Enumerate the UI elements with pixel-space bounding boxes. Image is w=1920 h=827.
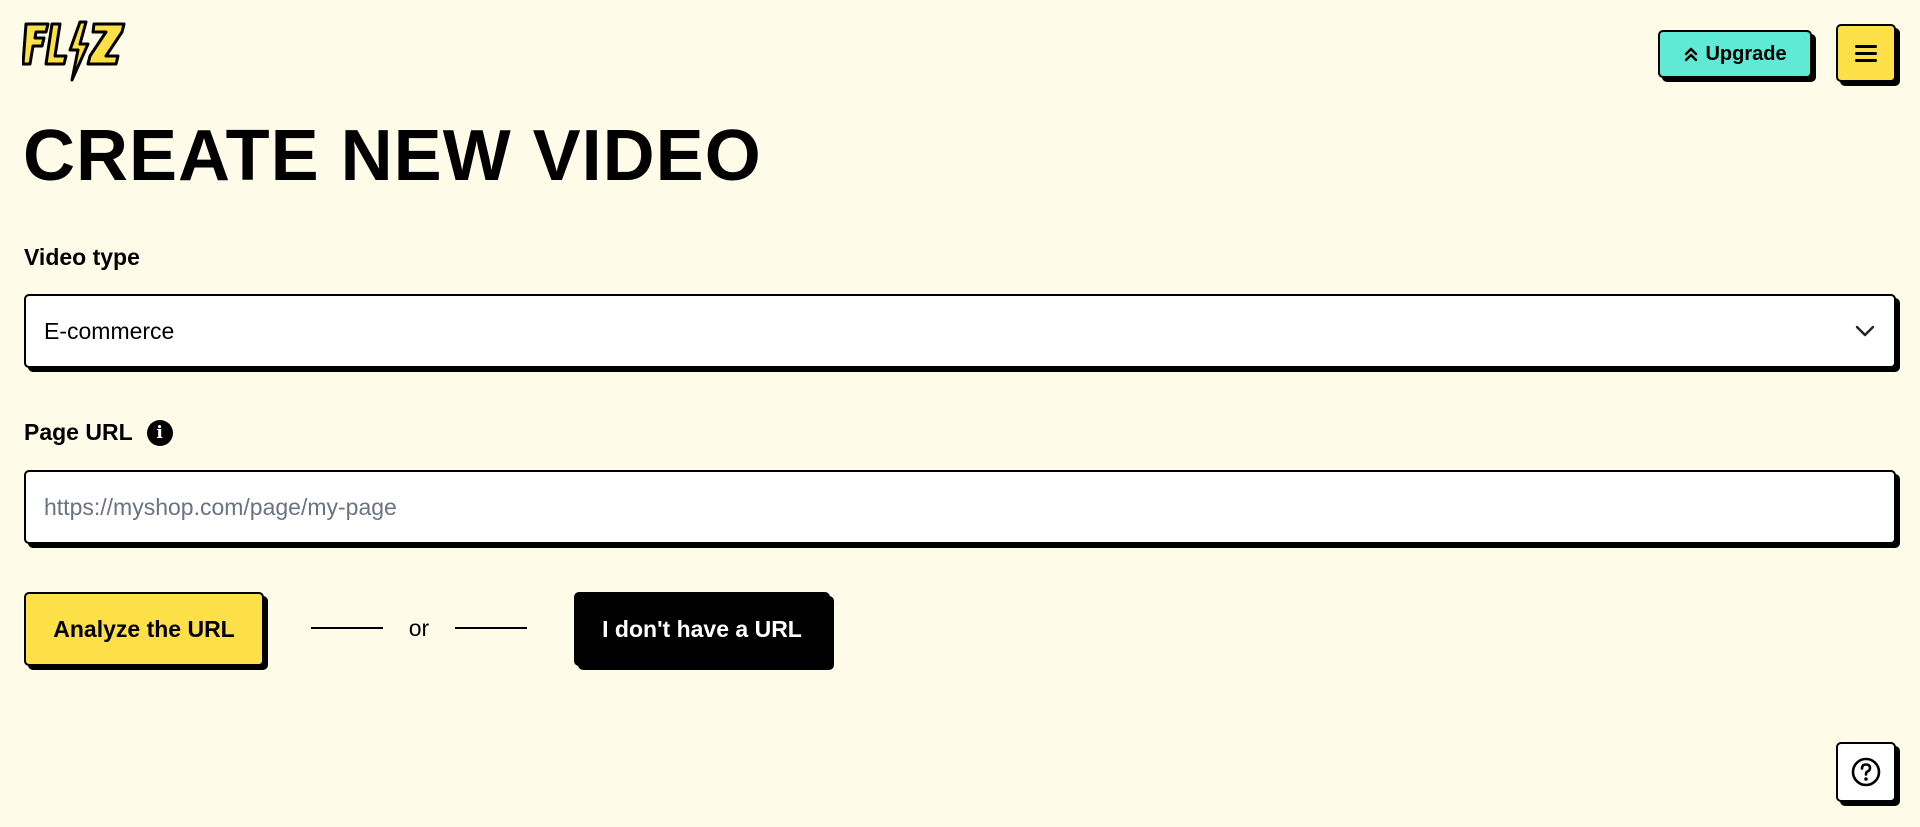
divider-line-left — [311, 627, 383, 629]
page-url-label-text: Page URL — [24, 419, 133, 445]
upgrade-label: Upgrade — [1705, 42, 1787, 65]
video-type-select[interactable]: E-commerce — [24, 294, 1896, 368]
chevron-down-icon — [1855, 325, 1875, 337]
or-text: or — [408, 614, 430, 641]
video-type-selected-value: E-commerce — [44, 317, 175, 344]
upgrade-button[interactable]: Upgrade — [1658, 30, 1812, 78]
divider-line-right — [454, 627, 527, 629]
page-url-input[interactable] — [24, 470, 1896, 544]
page-url-label: Page URL i — [24, 419, 173, 446]
chevrons-up-icon — [1685, 47, 1698, 62]
help-button[interactable] — [1836, 742, 1896, 802]
help-circle-icon — [1851, 757, 1881, 787]
no-url-label: I don't have a URL — [602, 615, 802, 642]
hamburger-menu-icon — [1855, 45, 1877, 62]
video-type-label-text: Video type — [24, 244, 140, 270]
page-title: CREATE NEW VIDEO — [23, 116, 762, 196]
create-video-page: Upgrade CREATE NEW VIDEO Video type E-co… — [0, 0, 1920, 827]
info-icon[interactable]: i — [146, 419, 173, 446]
video-type-label: Video type — [24, 244, 140, 271]
fliz-logo[interactable] — [22, 20, 128, 84]
no-url-button[interactable]: I don't have a URL — [574, 592, 830, 666]
info-icon-glyph: i — [156, 422, 163, 443]
menu-button[interactable] — [1836, 24, 1896, 82]
analyze-url-label: Analyze the URL — [53, 615, 235, 642]
or-divider: or — [311, 612, 527, 644]
analyze-url-button[interactable]: Analyze the URL — [24, 592, 264, 666]
